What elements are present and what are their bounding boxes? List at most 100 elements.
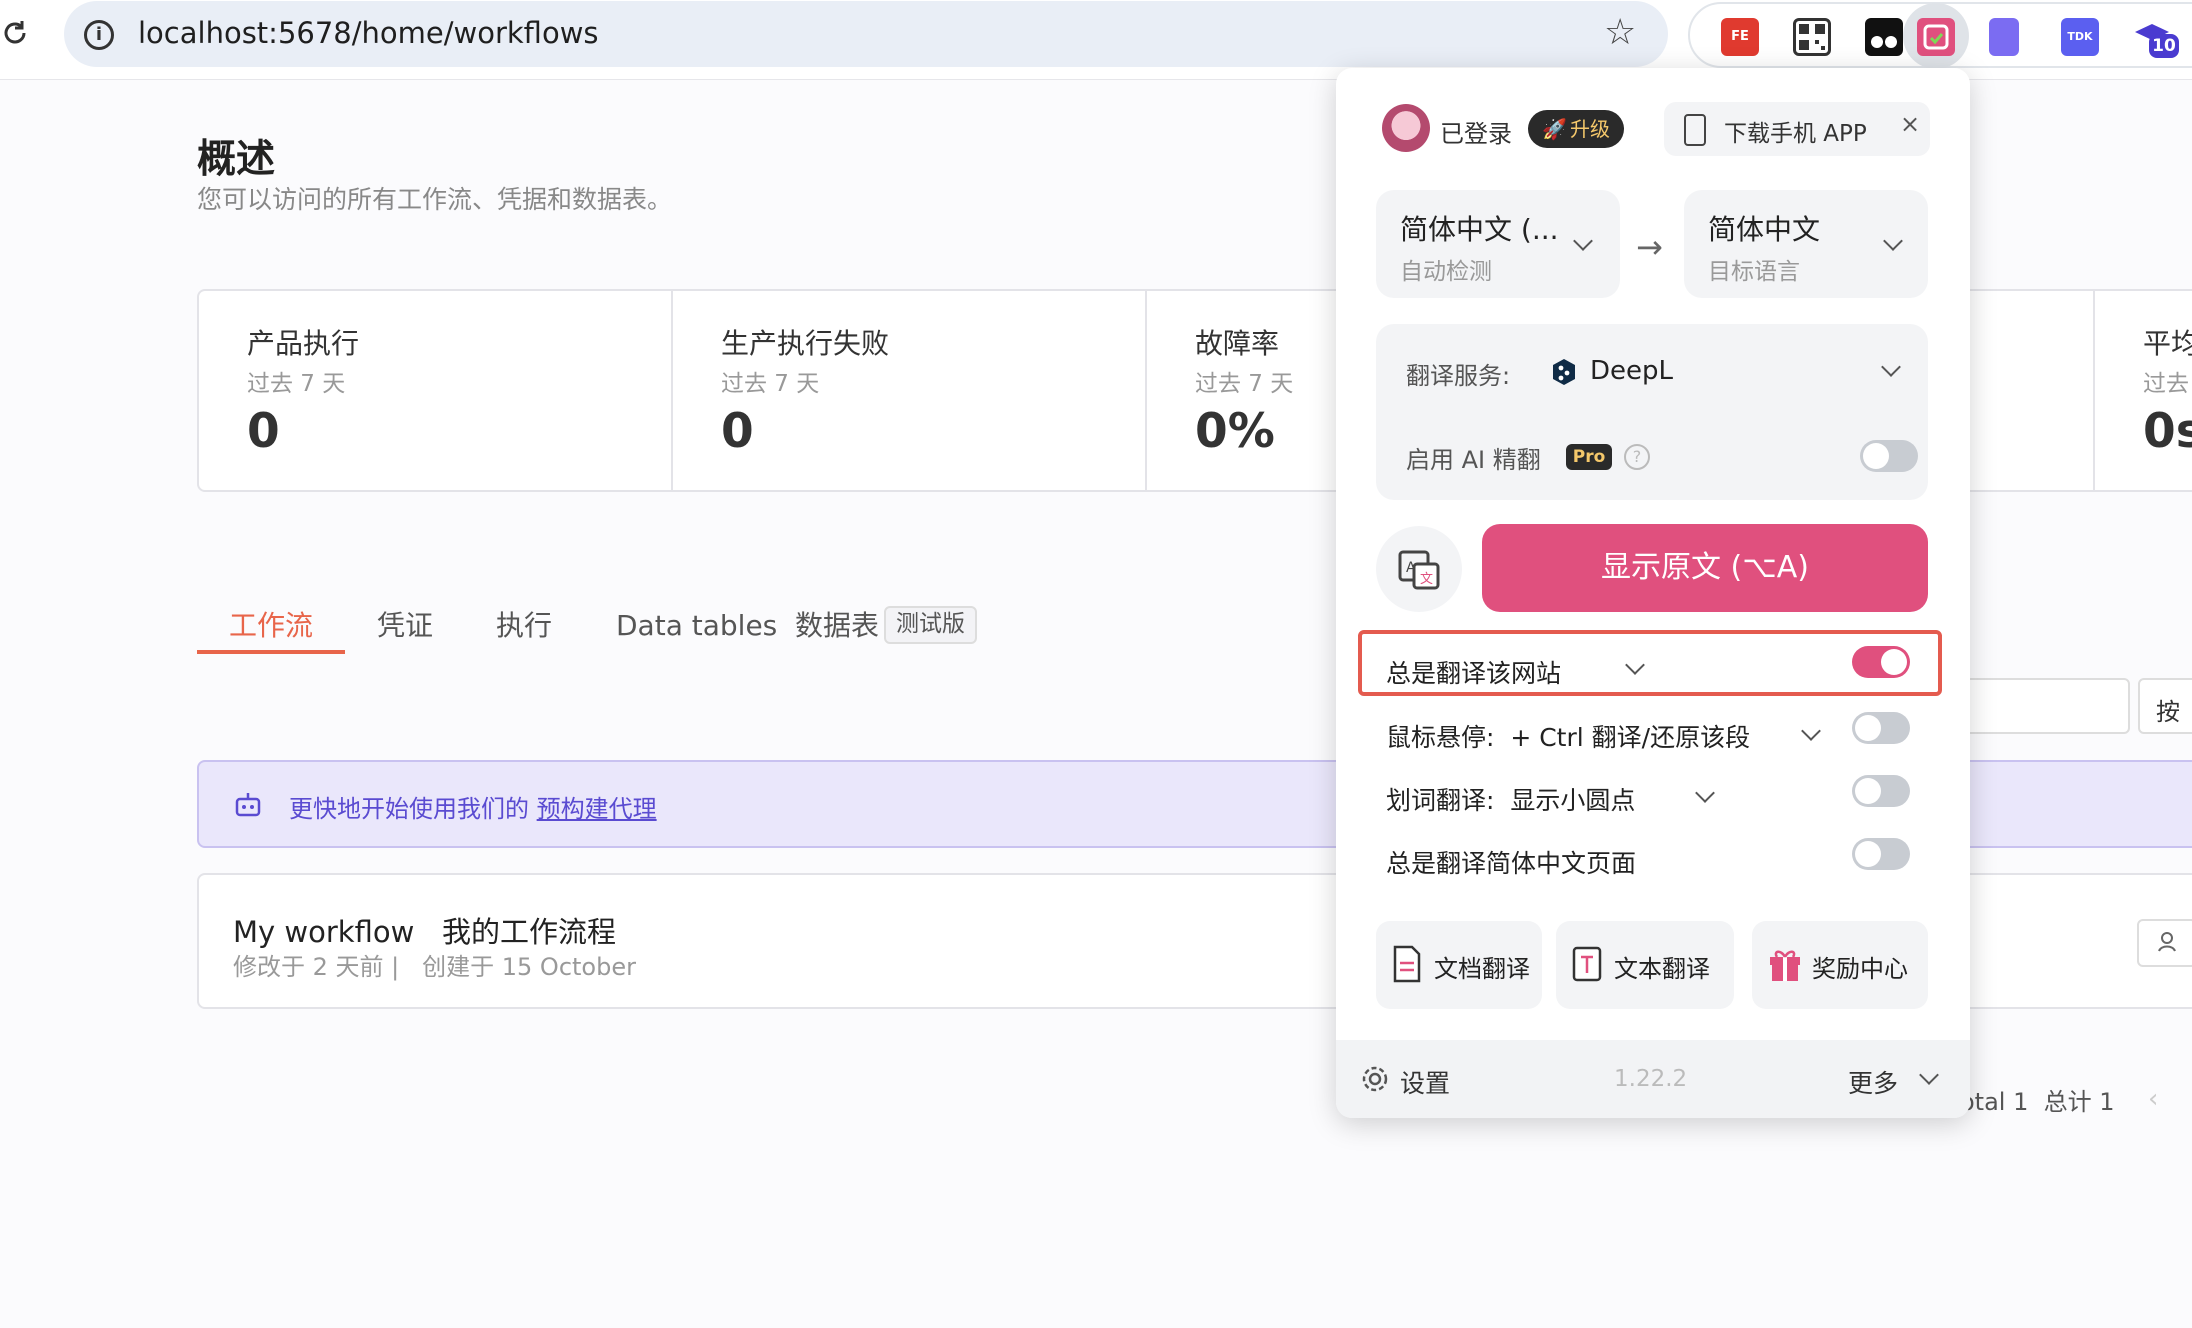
select-translate-toggle[interactable] — [1852, 775, 1910, 807]
document-icon — [1392, 945, 1422, 983]
stat-average-runtime[interactable]: 平均 过去 0s — [2095, 291, 2192, 490]
help-icon[interactable]: ? — [1624, 444, 1650, 470]
stat-value: 0s — [2143, 404, 2192, 459]
beta-badge: 测试版 — [884, 606, 977, 644]
source-language: 简体中文 (... — [1400, 213, 1559, 246]
popup-footer: 设置 1.22.2 更多 — [1336, 1040, 1970, 1118]
stat-period: 过去 7 天 — [247, 371, 346, 397]
prebuilt-agents-link[interactable]: 预构建代理 — [537, 795, 657, 823]
select-translate-label: 划词翻译: 显示小圆点 — [1386, 786, 1636, 815]
show-original-button[interactable]: 显示原文 (⌥A) — [1482, 524, 1928, 612]
extensions-bar: FE TDK 10 — [1688, 2, 2192, 69]
stat-period: 过去 — [2143, 371, 2189, 397]
always-translate-chinese-toggle[interactable] — [1852, 838, 1910, 870]
always-translate-chinese-label: 总是翻译简体中文页面 — [1386, 849, 1637, 878]
workflow-name[interactable]: My workflow 我的工作流程 — [233, 909, 616, 951]
reload-icon[interactable] — [0, 18, 30, 48]
tab-executions[interactable]: 执行 — [496, 604, 552, 644]
tab-workflows[interactable]: 工作流 — [229, 604, 313, 644]
address-bar[interactable]: i localhost:5678/home/workflows ☆ — [64, 1, 1668, 67]
svg-text:文: 文 — [1420, 572, 1433, 587]
url-text[interactable]: localhost:5678/home/workflows — [138, 16, 599, 50]
upgrade-label: 升级 — [1570, 117, 1610, 141]
ai-refine-toggle[interactable] — [1860, 440, 1918, 472]
rewards-center-button[interactable]: 奖励中心 — [1752, 921, 1928, 1009]
translate-page-icon[interactable]: A文 — [1376, 526, 1462, 612]
chevron-down-icon[interactable] — [1695, 783, 1715, 803]
site-info-icon[interactable]: i — [84, 20, 114, 50]
chevron-down-icon[interactable] — [1881, 357, 1901, 377]
pagination-total: otal 1 总计 1 — [1960, 1088, 2115, 1116]
stat-period: 过去 7 天 — [721, 371, 820, 397]
service-label: 翻译服务: — [1406, 362, 1511, 390]
settings-link[interactable]: 设置 — [1400, 1064, 1450, 1100]
doc-translate-label: 文档翻译 — [1434, 955, 1530, 983]
version-text: 1.22.2 — [1614, 1066, 1688, 1092]
tab-credentials[interactable]: 凭证 — [377, 604, 433, 644]
d-extension-icon[interactable] — [1989, 18, 2019, 56]
deepl-icon — [1552, 358, 1576, 390]
hover-translate-label: 鼠标悬停: + Ctrl 翻译/还原该段 — [1386, 723, 1751, 752]
stat-value: 0 — [247, 404, 280, 459]
chevron-down-icon — [1573, 231, 1593, 251]
prev-page-icon[interactable]: ‹ — [2148, 1084, 2158, 1114]
always-translate-site-toggle[interactable] — [1852, 646, 1910, 678]
doc-translate-button[interactable]: 文档翻译 — [1376, 921, 1542, 1009]
stat-label: 产品执行 — [247, 327, 360, 360]
chevron-down-icon[interactable] — [1919, 1065, 1939, 1085]
robot-icon — [233, 790, 263, 824]
extension-badge: 10 — [2149, 34, 2179, 58]
banner-text: 更快地开始使用我们的 预构建代理 — [289, 789, 657, 824]
arrow-right-icon[interactable]: → — [1636, 228, 1663, 266]
login-status: 已登录 — [1440, 120, 1512, 148]
download-app-button[interactable]: 下载手机 APP × — [1664, 102, 1930, 156]
stat-label: 故障率 — [1195, 327, 1280, 360]
bookmark-star-icon[interactable]: ☆ — [1604, 12, 1636, 53]
chevron-down-icon — [1883, 231, 1903, 251]
tab-data-tables[interactable]: Data tables 数据表 — [616, 604, 879, 644]
gear-icon[interactable] — [1360, 1064, 1390, 1098]
gift-icon — [1768, 945, 1800, 983]
text-translate-label: 文本翻译 — [1614, 955, 1710, 983]
stat-production-executions[interactable]: 产品执行 过去 7 天 0 — [199, 291, 673, 490]
pro-badge: Pro — [1566, 444, 1612, 470]
page-subtitle: 您可以访问的所有工作流、凭据和数据表。 — [197, 185, 673, 214]
active-tab-indicator — [197, 650, 345, 654]
source-language-select[interactable]: 简体中文 (... 自动检测 — [1376, 190, 1620, 298]
hover-translate-toggle[interactable] — [1852, 712, 1910, 744]
rewards-center-label: 奖励中心 — [1812, 955, 1908, 983]
search-input[interactable] — [1960, 678, 2130, 734]
stat-value: 0 — [721, 404, 754, 459]
translate-extension-icon[interactable] — [1917, 18, 1955, 56]
download-app-label: 下载手机 APP — [1724, 121, 1867, 147]
tdk-extension-icon[interactable]: TDK — [2061, 18, 2099, 56]
upgrade-button[interactable]: 🚀 升级 — [1528, 110, 1624, 148]
target-language: 简体中文 — [1708, 213, 1821, 246]
fe-extension-icon[interactable]: FE — [1721, 18, 1759, 56]
svg-text:A: A — [1406, 560, 1416, 576]
chevron-down-icon[interactable] — [1801, 721, 1821, 741]
text-translate-button[interactable]: 文本翻译 — [1556, 921, 1734, 1009]
ai-refine-label: 启用 AI 精翻 — [1406, 446, 1541, 474]
source-hint: 自动检测 — [1400, 259, 1492, 285]
avatar[interactable] — [1382, 104, 1430, 152]
target-hint: 目标语言 — [1708, 259, 1800, 285]
stat-value: 0% — [1195, 404, 1275, 459]
service-name[interactable]: DeepL — [1590, 356, 1673, 386]
rocket-icon: 🚀 — [1542, 117, 1567, 141]
tampermonkey-icon[interactable] — [1865, 18, 1903, 56]
sort-dropdown[interactable]: 按上 — [2138, 678, 2192, 734]
owner-badge[interactable] — [2137, 919, 2192, 967]
qr-code-icon[interactable] — [1793, 18, 1831, 56]
stat-failed-executions[interactable]: 生产执行失败 过去 7 天 0 — [673, 291, 1147, 490]
close-icon[interactable]: × — [1900, 110, 1920, 138]
service-card: 翻译服务: DeepL 启用 AI 精翻 Pro ? — [1376, 324, 1928, 500]
graduation-extension-icon[interactable]: 10 — [2133, 18, 2179, 58]
page-title: 概述 — [197, 137, 276, 182]
always-translate-site-label: 总是翻译该网站 — [1386, 659, 1562, 688]
more-menu[interactable]: 更多 — [1848, 1064, 1898, 1100]
banner-message: 更快地开始使用我们的 — [289, 795, 537, 823]
stat-label: 生产执行失败 — [721, 327, 890, 360]
phone-icon — [1684, 114, 1706, 146]
target-language-select[interactable]: 简体中文 目标语言 — [1684, 190, 1928, 298]
